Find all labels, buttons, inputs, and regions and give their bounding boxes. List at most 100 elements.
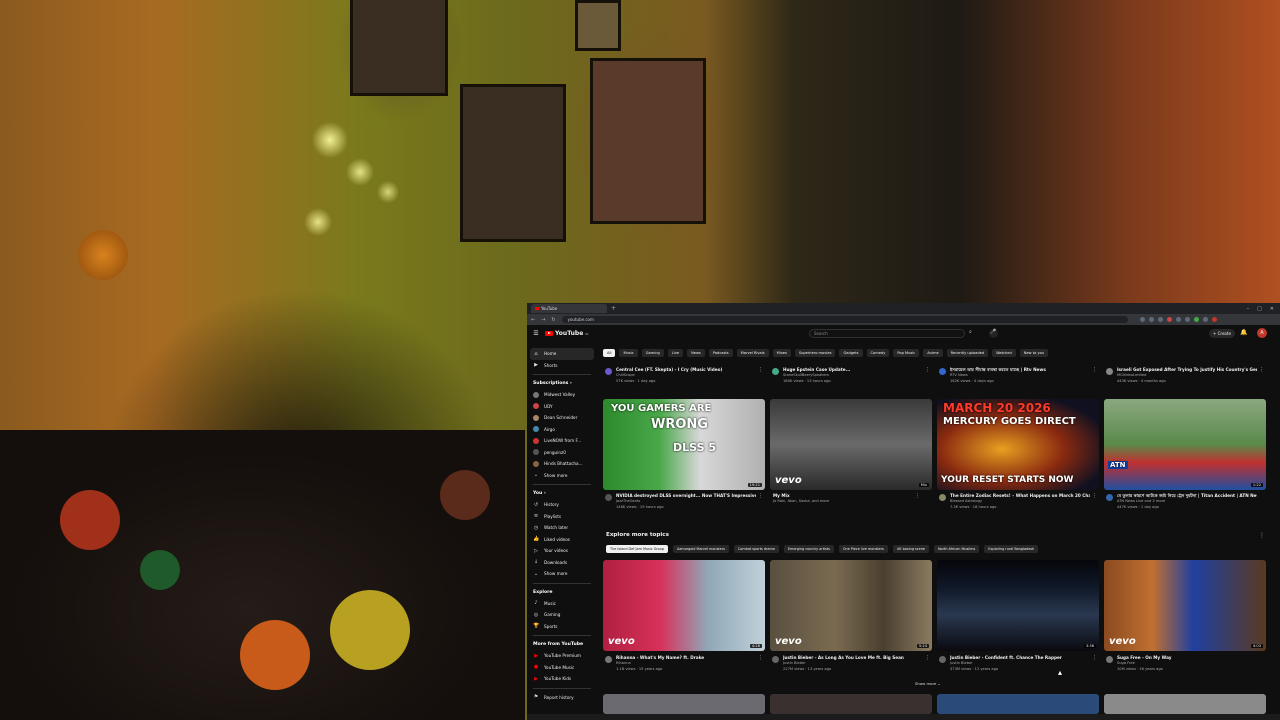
video-thumbnail[interactable] (603, 694, 765, 714)
video-channel[interactable]: MGVideoLimited (1117, 373, 1146, 377)
more-options-icon[interactable]: ⋮ (758, 493, 763, 499)
sidebar-subscription[interactable]: Dean Schneider (527, 412, 597, 424)
sidebar-item-playlists[interactable]: ≡ Playlists (527, 511, 597, 523)
avatar[interactable]: A (1257, 328, 1267, 338)
address-bar[interactable]: youtube.com (561, 316, 1128, 323)
youtube-logo[interactable]: YouTube IN (545, 330, 588, 337)
sidebar-subscription[interactable]: penguinz0 (527, 447, 597, 459)
video-title[interactable]: Rihanna - What's My Name? ft. Drake (616, 655, 756, 660)
video-thumbnail[interactable] (937, 694, 1099, 714)
extension-icon[interactable] (1202, 317, 1208, 322)
sidebar-item-kids[interactable]: ▶ YouTube Kids (527, 673, 597, 685)
sidebar-item-history[interactable]: ↺ History (527, 499, 597, 511)
chip[interactable]: Pop Music (893, 349, 920, 357)
sidebar-item-your-videos[interactable]: ▷ Your videos (527, 545, 597, 557)
chip[interactable]: Recently uploaded (946, 349, 989, 357)
chip[interactable]: News (687, 349, 705, 357)
you-heading[interactable]: You › (527, 488, 597, 499)
create-button[interactable]: + Create (1209, 329, 1235, 338)
hamburger-menu-icon[interactable]: ☰ (531, 330, 541, 337)
video-title[interactable]: Justin Bieber - Confident ft. Chance The… (950, 655, 1090, 660)
sidebar-item-report[interactable]: ⚑ Report history (527, 692, 597, 704)
chip[interactable]: Watched (992, 349, 1016, 357)
chip[interactable]: Mixes (772, 349, 791, 357)
video-channel[interactable]: Suga Free (1117, 661, 1135, 665)
notifications-bell-icon[interactable]: 🔔 (1240, 329, 1247, 336)
more-options-icon[interactable]: ⋮ (925, 367, 930, 373)
microphone-icon[interactable]: 🎤 (989, 329, 998, 338)
video-title[interactable]: My Mix (773, 493, 913, 498)
video-title[interactable]: Huge Epstein Case Update... (783, 367, 923, 372)
topic-chip[interactable]: North African Muslims (934, 545, 980, 553)
video-title[interactable]: NVIDIA destroyed DLSS overnight... Now T… (616, 493, 756, 498)
extension-icon[interactable] (1184, 317, 1190, 322)
extension-icon[interactable] (1139, 317, 1145, 322)
chip[interactable]: Live (667, 349, 684, 357)
maximize-icon[interactable]: □ (1257, 306, 1262, 312)
back-icon[interactable]: ← (531, 317, 535, 323)
video-thumbnail[interactable]: MARCH 20 2026 MERCURY GOES DIRECT YOUR R… (937, 399, 1099, 490)
chip[interactable]: Gaming (641, 349, 664, 357)
video-thumbnail[interactable]: vevo 4:26 (603, 560, 765, 651)
sidebar-item-liked[interactable]: 👍 Liked videos (527, 534, 597, 546)
sidebar-show-more[interactable]: ⌄ Show more (527, 568, 597, 580)
more-options-icon[interactable]: ⋮ (758, 655, 763, 661)
extension-icon[interactable] (1148, 317, 1154, 322)
video-thumbnail[interactable]: 3:36 (937, 560, 1099, 651)
sidebar-subscription[interactable]: LiveNOW from F... (527, 435, 597, 447)
sidebar-item-sports[interactable]: 🏆 Sports (527, 621, 597, 633)
topic-chip[interactable]: The Island Def Jam Music Group (606, 545, 669, 553)
profile-icon[interactable] (1211, 317, 1217, 322)
extension-icon[interactable] (1193, 317, 1199, 322)
show-more-button[interactable]: Show more ⌄ (915, 681, 941, 686)
topic-chip[interactable]: Exploring rural Bangladesh (984, 545, 1039, 553)
video-channel[interactable]: Justin Bieber (783, 661, 806, 665)
chip[interactable]: Gadgets (839, 349, 863, 357)
topic-chip[interactable]: One Piece live monsters (838, 545, 888, 553)
more-options-icon[interactable]: ⋮ (1092, 655, 1097, 661)
chip[interactable]: Superhero movies (794, 349, 836, 357)
topic-chip[interactable]: Aamorgold Marvel monsters (673, 545, 729, 553)
video-channel[interactable]: StoneSkullBeerySpeakers (783, 373, 829, 377)
sidebar-item-gaming[interactable]: ◎ Gaming (527, 609, 597, 621)
video-channel[interactable]: Rihanna (616, 661, 631, 665)
video-channel[interactable]: Jo Rain, Akon, Sasha, and more (773, 499, 829, 503)
sidebar-subscription[interactable]: Hinds Bhattacha... (527, 458, 597, 470)
subscriptions-heading[interactable]: Subscriptions › (527, 378, 597, 389)
video-thumbnail[interactable] (770, 694, 932, 714)
video-channel[interactable]: ChillScope (616, 373, 635, 377)
video-thumbnail[interactable]: vevo 5:24 (770, 560, 932, 651)
search-input[interactable]: Search (809, 329, 965, 338)
sidebar-item-watch-later[interactable]: ◷ Watch later (527, 522, 597, 534)
close-icon[interactable]: ✕ (1270, 306, 1274, 312)
video-channel[interactable]: Blessed Astrology (950, 499, 982, 503)
sidebar-item-premium[interactable]: ▶ YouTube Premium (527, 650, 597, 662)
sidebar-item-music-app[interactable]: ● YouTube Music (527, 662, 597, 674)
sidebar-subscription[interactable]: Midwest Valley (527, 389, 597, 401)
reload-icon[interactable]: ↻ (551, 317, 555, 323)
video-thumbnail[interactable]: ATN 1:22 (1104, 399, 1266, 490)
topic-chip[interactable]: UK boxing scene (892, 545, 929, 553)
more-options-icon[interactable]: ⋮ (758, 367, 763, 373)
more-options-icon[interactable]: ⋮ (925, 655, 930, 661)
more-options-icon[interactable]: ⋮ (915, 493, 920, 499)
search-icon[interactable]: ⌕ (969, 329, 979, 338)
video-thumbnail[interactable]: vevo 4:03 (1104, 560, 1266, 651)
chip[interactable]: All (603, 349, 616, 357)
extension-icon[interactable] (1157, 317, 1163, 322)
extension-icon[interactable] (1166, 317, 1172, 322)
video-channel[interactable]: ATN News Live and 2 more (1117, 499, 1165, 503)
more-options-icon[interactable]: ⋮ (1092, 493, 1097, 499)
chip[interactable]: Marvel Rivals (736, 349, 769, 357)
chip[interactable]: Podcasts (708, 349, 733, 357)
more-options-icon[interactable]: ⋮ (1092, 367, 1097, 373)
video-thumbnail[interactable]: YOU GAMERS ARE WRONG DLSS 5 19:21 (603, 399, 765, 490)
sidebar-item-downloads[interactable]: ↓ Downloads (527, 557, 597, 569)
chip[interactable]: New to you (1019, 349, 1049, 357)
minimize-icon[interactable]: – (1247, 306, 1250, 312)
sidebar-item-shorts[interactable]: ▶ Shorts (527, 360, 597, 372)
new-tab-icon[interactable]: + (611, 305, 616, 312)
chip[interactable]: Comedy (866, 349, 890, 357)
chip[interactable]: Anime (923, 349, 943, 357)
video-title[interactable]: Justin Bieber - As Long As You Love Me f… (783, 655, 923, 660)
